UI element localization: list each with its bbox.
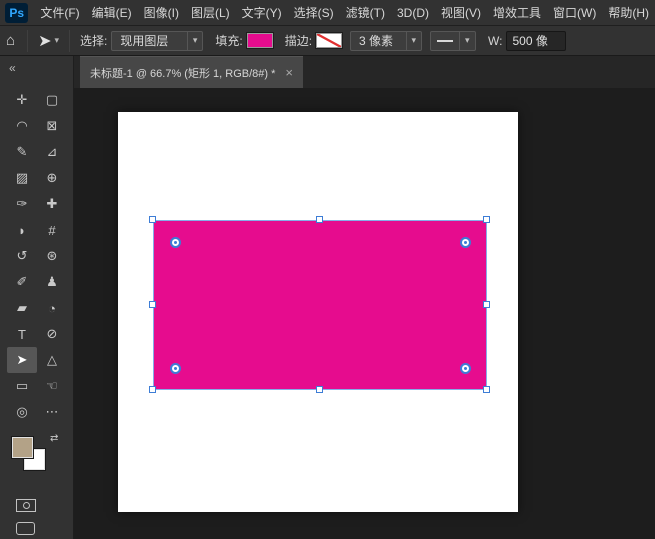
rectangle-shape[interactable]	[153, 220, 487, 390]
select-mode-value: 现用图层	[120, 34, 169, 48]
chevron-down-icon: ▾	[54, 35, 59, 45]
crop-tool[interactable]: #	[37, 217, 67, 243]
path-selection-tool[interactable]: ➤	[7, 347, 37, 373]
frame-tool[interactable]: ⊠	[37, 113, 67, 139]
anchor-dot	[464, 241, 467, 244]
transform-handle-middle-left[interactable]	[149, 301, 156, 308]
clone-stamp-tool[interactable]: ♟	[37, 269, 67, 295]
canvas-area	[74, 88, 655, 539]
brush-tool[interactable]: ✐	[7, 269, 37, 295]
transform-handle-bottom-left[interactable]	[149, 386, 156, 393]
select-mode-label: 选择:	[80, 34, 108, 48]
tools-panel: « ✛ ▢ ◠ ⊠ ✎ ⊿ ▨ ⊕ ✑ ✚ ◗ # ↺ ⊛ ✐ ♟ ▰ ◔ T …	[0, 56, 74, 539]
quick-mask-icon[interactable]	[16, 499, 36, 512]
rectangle-tool[interactable]: ▭	[7, 373, 37, 399]
home-icon[interactable]: ⌂	[0, 32, 21, 49]
anchor-dot	[174, 367, 177, 370]
patch-tool[interactable]: ⊛	[37, 243, 67, 269]
quick-selection-tool[interactable]: ✎	[7, 139, 37, 165]
stroke-width-value: 3 像素	[359, 34, 394, 48]
lasso-tool[interactable]: ◠	[7, 113, 37, 139]
transform-handle-middle-right[interactable]	[483, 301, 490, 308]
current-tool-icon: ➤	[38, 32, 52, 50]
clone-source-tool[interactable]: ⊕	[37, 165, 67, 191]
stroke-label: 描边:	[284, 34, 313, 48]
menu-edit[interactable]: 编辑(E)	[86, 0, 138, 26]
corner-radius-anchor-bottom-left[interactable]	[170, 363, 181, 374]
menu-3d[interactable]: 3D(D)	[391, 0, 435, 26]
photoshop-logo: Ps	[5, 2, 29, 23]
solid-line-icon	[437, 39, 454, 42]
menu-help[interactable]: 帮助(H)	[602, 0, 655, 26]
menu-layer[interactable]: 图层(L)	[185, 0, 236, 26]
marquee-tool[interactable]: ▢	[37, 87, 67, 113]
dodge-tool[interactable]: ◔	[37, 295, 67, 321]
menu-select[interactable]: 选择(S)	[288, 0, 340, 26]
pen-tool[interactable]: ⊘	[37, 321, 67, 347]
ruler-tool[interactable]: ⊿	[37, 139, 67, 165]
menu-plugins[interactable]: 增效工具	[487, 0, 547, 26]
mask-circle	[22, 502, 30, 509]
chevron-down-icon: ▾	[186, 31, 203, 50]
hand-tool[interactable]: ☜	[37, 373, 67, 399]
menu-view[interactable]: 视图(V)	[435, 0, 487, 26]
document-tab-bar: 未标题-1 @ 66.7% (矩形 1, RGB/8#) * ×	[74, 56, 655, 88]
transform-handle-bottom-center[interactable]	[316, 386, 323, 393]
stroke-type-dropdown[interactable]: ▾	[430, 30, 477, 51]
select-mode-dropdown[interactable]: 现用图层 ▾	[111, 30, 204, 51]
tool-grid: ✛ ▢ ◠ ⊠ ✎ ⊿ ▨ ⊕ ✑ ✚ ◗ # ↺ ⊛ ✐ ♟ ▰ ◔ T ⊘ …	[7, 87, 67, 425]
width-label: W:	[488, 33, 503, 48]
polygon-tool[interactable]: △	[37, 347, 67, 373]
anchor-dot	[174, 241, 177, 244]
divider	[69, 29, 70, 52]
menu-file[interactable]: 文件(F)	[34, 0, 85, 26]
collapse-panel-button[interactable]: «	[0, 56, 73, 77]
blur-tool[interactable]: ◗	[7, 217, 37, 243]
fill-color-swatch[interactable]	[245, 32, 274, 49]
anchor-dot	[464, 367, 467, 370]
corner-radius-anchor-top-left[interactable]	[170, 237, 181, 248]
edit-toolbar-button[interactable]: ⋯	[37, 399, 67, 425]
divider	[27, 29, 29, 52]
corner-radius-anchor-bottom-right[interactable]	[460, 363, 471, 374]
screen-mode-icon[interactable]	[16, 522, 35, 535]
menu-bar: Ps 文件(F) 编辑(E) 图像(I) 图层(L) 文字(Y) 选择(S) 滤…	[0, 0, 655, 26]
transform-handle-top-right[interactable]	[483, 216, 490, 223]
eraser-tool[interactable]: ▰	[7, 295, 37, 321]
options-bar: ⌂ ➤ ▾ 选择: 现用图层 ▾ 填充: 描边: 3 像素 ▾ ▾ W:	[0, 26, 655, 56]
document-canvas	[118, 112, 518, 512]
history-brush-tool[interactable]: ↺	[7, 243, 37, 269]
stroke-width-dropdown[interactable]: 3 像素 ▾	[350, 30, 423, 51]
menu-list: 文件(F) 编辑(E) 图像(I) 图层(L) 文字(Y) 选择(S) 滤镜(T…	[34, 0, 655, 25]
menu-type[interactable]: 文字(Y)	[236, 0, 288, 26]
gradient-tool[interactable]: ▨	[7, 165, 37, 191]
zoom-tool[interactable]: ◎	[7, 399, 37, 425]
menu-filter[interactable]: 滤镜(T)	[340, 0, 391, 26]
swap-colors-icon[interactable]: ⇄	[50, 433, 58, 444]
stroke-color-swatch[interactable]	[315, 32, 344, 49]
transform-handle-bottom-right[interactable]	[483, 386, 490, 393]
document-tab[interactable]: 未标题-1 @ 66.7% (矩形 1, RGB/8#) * ×	[80, 56, 303, 88]
menu-window[interactable]: 窗口(W)	[547, 0, 602, 26]
tool-preset-dropdown[interactable]: ➤ ▾	[34, 31, 63, 51]
fill-label: 填充:	[215, 34, 243, 48]
document-tab-title: 未标题-1 @ 66.7% (矩形 1, RGB/8#) *	[90, 67, 276, 80]
corner-radius-anchor-top-right[interactable]	[460, 237, 471, 248]
color-swatches: ⇄	[11, 433, 62, 477]
healing-brush-tool[interactable]: ✚	[37, 191, 67, 217]
move-tool[interactable]: ✛	[7, 87, 37, 113]
type-tool[interactable]: T	[7, 321, 37, 347]
chevron-down-icon: ▾	[405, 31, 422, 50]
transform-handle-top-center[interactable]	[316, 216, 323, 223]
eyedropper-tool[interactable]: ✑	[7, 191, 37, 217]
transform-handle-top-left[interactable]	[149, 216, 156, 223]
close-tab-icon[interactable]: ×	[285, 65, 293, 80]
width-input[interactable]	[506, 30, 567, 51]
foreground-color-swatch[interactable]	[11, 436, 34, 459]
chevron-down-icon: ▾	[459, 31, 475, 50]
menu-image[interactable]: 图像(I)	[138, 0, 185, 26]
